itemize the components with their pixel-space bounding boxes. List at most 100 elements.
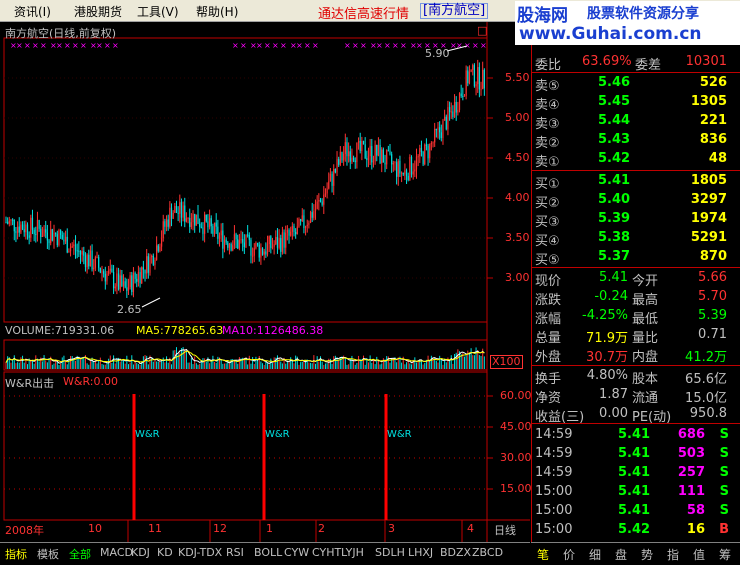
tab-macd[interactable]: MACD: [100, 546, 133, 559]
candle-body: [237, 239, 239, 249]
candle-body: [213, 222, 216, 234]
tab-boll[interactable]: BOLL: [254, 546, 282, 559]
ask-label: 卖⑤: [535, 79, 560, 94]
tab-cyw[interactable]: CYW: [284, 546, 309, 559]
candle-body: [381, 149, 383, 164]
weibi-row: 委比 63.69% 委差 10301: [532, 53, 740, 73]
y-tick: 3.00: [505, 271, 530, 284]
tab-cyht[interactable]: CYHT: [312, 546, 341, 559]
tab-kd[interactable]: KD: [157, 546, 173, 559]
stat-row: 涨幅 -4.25% 最低 5.39: [532, 307, 740, 327]
tab-lyjh[interactable]: LYJH: [341, 546, 364, 559]
panel-tab-4[interactable]: 势: [641, 546, 653, 563]
wr-y-tick: 15.00: [500, 482, 532, 495]
candle-body: [60, 230, 62, 236]
candle-body: [364, 144, 366, 159]
candle-body: [174, 206, 176, 213]
candle-body: [386, 150, 388, 165]
signal-marker: ×: [264, 41, 271, 50]
candle-body: [351, 157, 353, 162]
x-label: 12: [213, 522, 227, 535]
ask-volume: 48: [708, 151, 727, 166]
wr-signal-label: W&R: [387, 429, 412, 440]
ask-price: 5.44: [598, 113, 631, 128]
candle-body: [427, 145, 429, 159]
tab-zbcd[interactable]: ZBCD: [472, 546, 503, 559]
chart-svg[interactable]: × × × × × × × × × × × × × × × × × × × × × × × × × × × × × × × × × × × × × × × ×…: [0, 22, 530, 542]
panel-tab-2[interactable]: 细: [589, 546, 601, 563]
candle-body: [384, 162, 386, 165]
app-title: 通达信高速行情: [318, 7, 410, 22]
panel-tab-1[interactable]: 价: [563, 546, 575, 563]
wr-signal-bar: [132, 394, 136, 520]
ask-row: 卖① 5.42 48: [532, 150, 740, 170]
candle-body: [240, 238, 242, 241]
tab-指标[interactable]: 指标: [5, 546, 27, 562]
candle-body: [435, 128, 437, 131]
stat-value: 71.9万: [586, 331, 628, 346]
candle-body: [444, 116, 446, 121]
candle-body: [83, 251, 85, 256]
tab-全部[interactable]: 全部: [69, 546, 91, 562]
tick-time: 14:59: [535, 427, 573, 442]
candle-body: [304, 226, 307, 229]
panel-tab-0[interactable]: 笔: [537, 546, 549, 563]
panel-tab-3[interactable]: 盘: [615, 546, 627, 563]
ask-row: 卖⑤ 5.46 526: [532, 74, 740, 94]
candle-body: [372, 161, 375, 163]
candle-body: [475, 84, 477, 87]
tick-time: 14:59: [535, 465, 573, 480]
candle-body: [33, 229, 35, 235]
menu-info[interactable]: 资讯(I): [14, 3, 51, 20]
bid-label: 买②: [535, 196, 560, 211]
tab-rsi[interactable]: RSI: [226, 546, 244, 559]
tab-kdj[interactable]: KDJ: [131, 546, 150, 559]
menu-hk-futures[interactable]: 港股期货: [74, 3, 122, 20]
signal-marker: ×: [16, 41, 23, 50]
candle-body: [300, 219, 302, 222]
tick-time: 14:59: [535, 446, 573, 461]
candle-body: [16, 226, 19, 233]
candle-body: [40, 228, 42, 237]
menu-help[interactable]: 帮助(H): [196, 3, 238, 20]
signal-marker: ×: [344, 41, 351, 50]
period-label[interactable]: 日线: [494, 522, 516, 538]
menu-tools[interactable]: 工具(V): [137, 3, 179, 20]
panel-tab-5[interactable]: 指: [667, 546, 679, 563]
ask-label: 卖②: [535, 136, 560, 151]
candle-body: [15, 231, 17, 233]
stock-name-box[interactable]: [南方航空]: [420, 3, 489, 19]
weicha-label: 委差: [635, 58, 662, 73]
candle-body: [308, 222, 310, 225]
panel-tab-6[interactable]: 值: [693, 546, 705, 563]
wr-value: W&R:0.00: [63, 375, 118, 388]
stat-label: 总量: [535, 331, 562, 346]
tab-模板[interactable]: 模板: [37, 546, 59, 562]
candle-body: [131, 275, 133, 293]
bid-price: 5.37: [598, 249, 631, 264]
signal-marker: ×: [56, 41, 63, 50]
x-label: 3: [388, 522, 395, 535]
candle-body: [453, 101, 456, 117]
candle-body: [5, 222, 7, 223]
candle-body: [63, 239, 65, 242]
candle-body: [222, 230, 224, 249]
candle-body: [301, 215, 303, 222]
candle-body: [147, 256, 149, 273]
tab-kdj-tdx[interactable]: KDJ-TDX: [178, 546, 222, 559]
candle-body: [127, 287, 130, 291]
tab-sdlh[interactable]: SDLH: [375, 546, 405, 559]
tick-price: 5.41: [618, 446, 651, 461]
candle-body: [256, 242, 259, 245]
chart-area[interactable]: × × × × × × × × × × × × × × × × × × × × × × × × × × × × × × × × × × × × × × × ×…: [0, 22, 532, 542]
tab-lhxj[interactable]: LHXJ: [408, 546, 433, 559]
stat-label: 外盘: [535, 350, 562, 365]
fund-row: 净资 1.87 流通 15.0亿: [532, 386, 740, 406]
candle-body: [156, 245, 158, 260]
panel-tab-7[interactable]: 筹: [719, 546, 731, 563]
candle-body: [242, 238, 244, 243]
candle-body: [377, 144, 380, 156]
tab-bdzx[interactable]: BDZX: [440, 546, 471, 559]
corner-icon[interactable]: □: [477, 24, 487, 37]
brand-logo: 股海网: [517, 6, 568, 26]
